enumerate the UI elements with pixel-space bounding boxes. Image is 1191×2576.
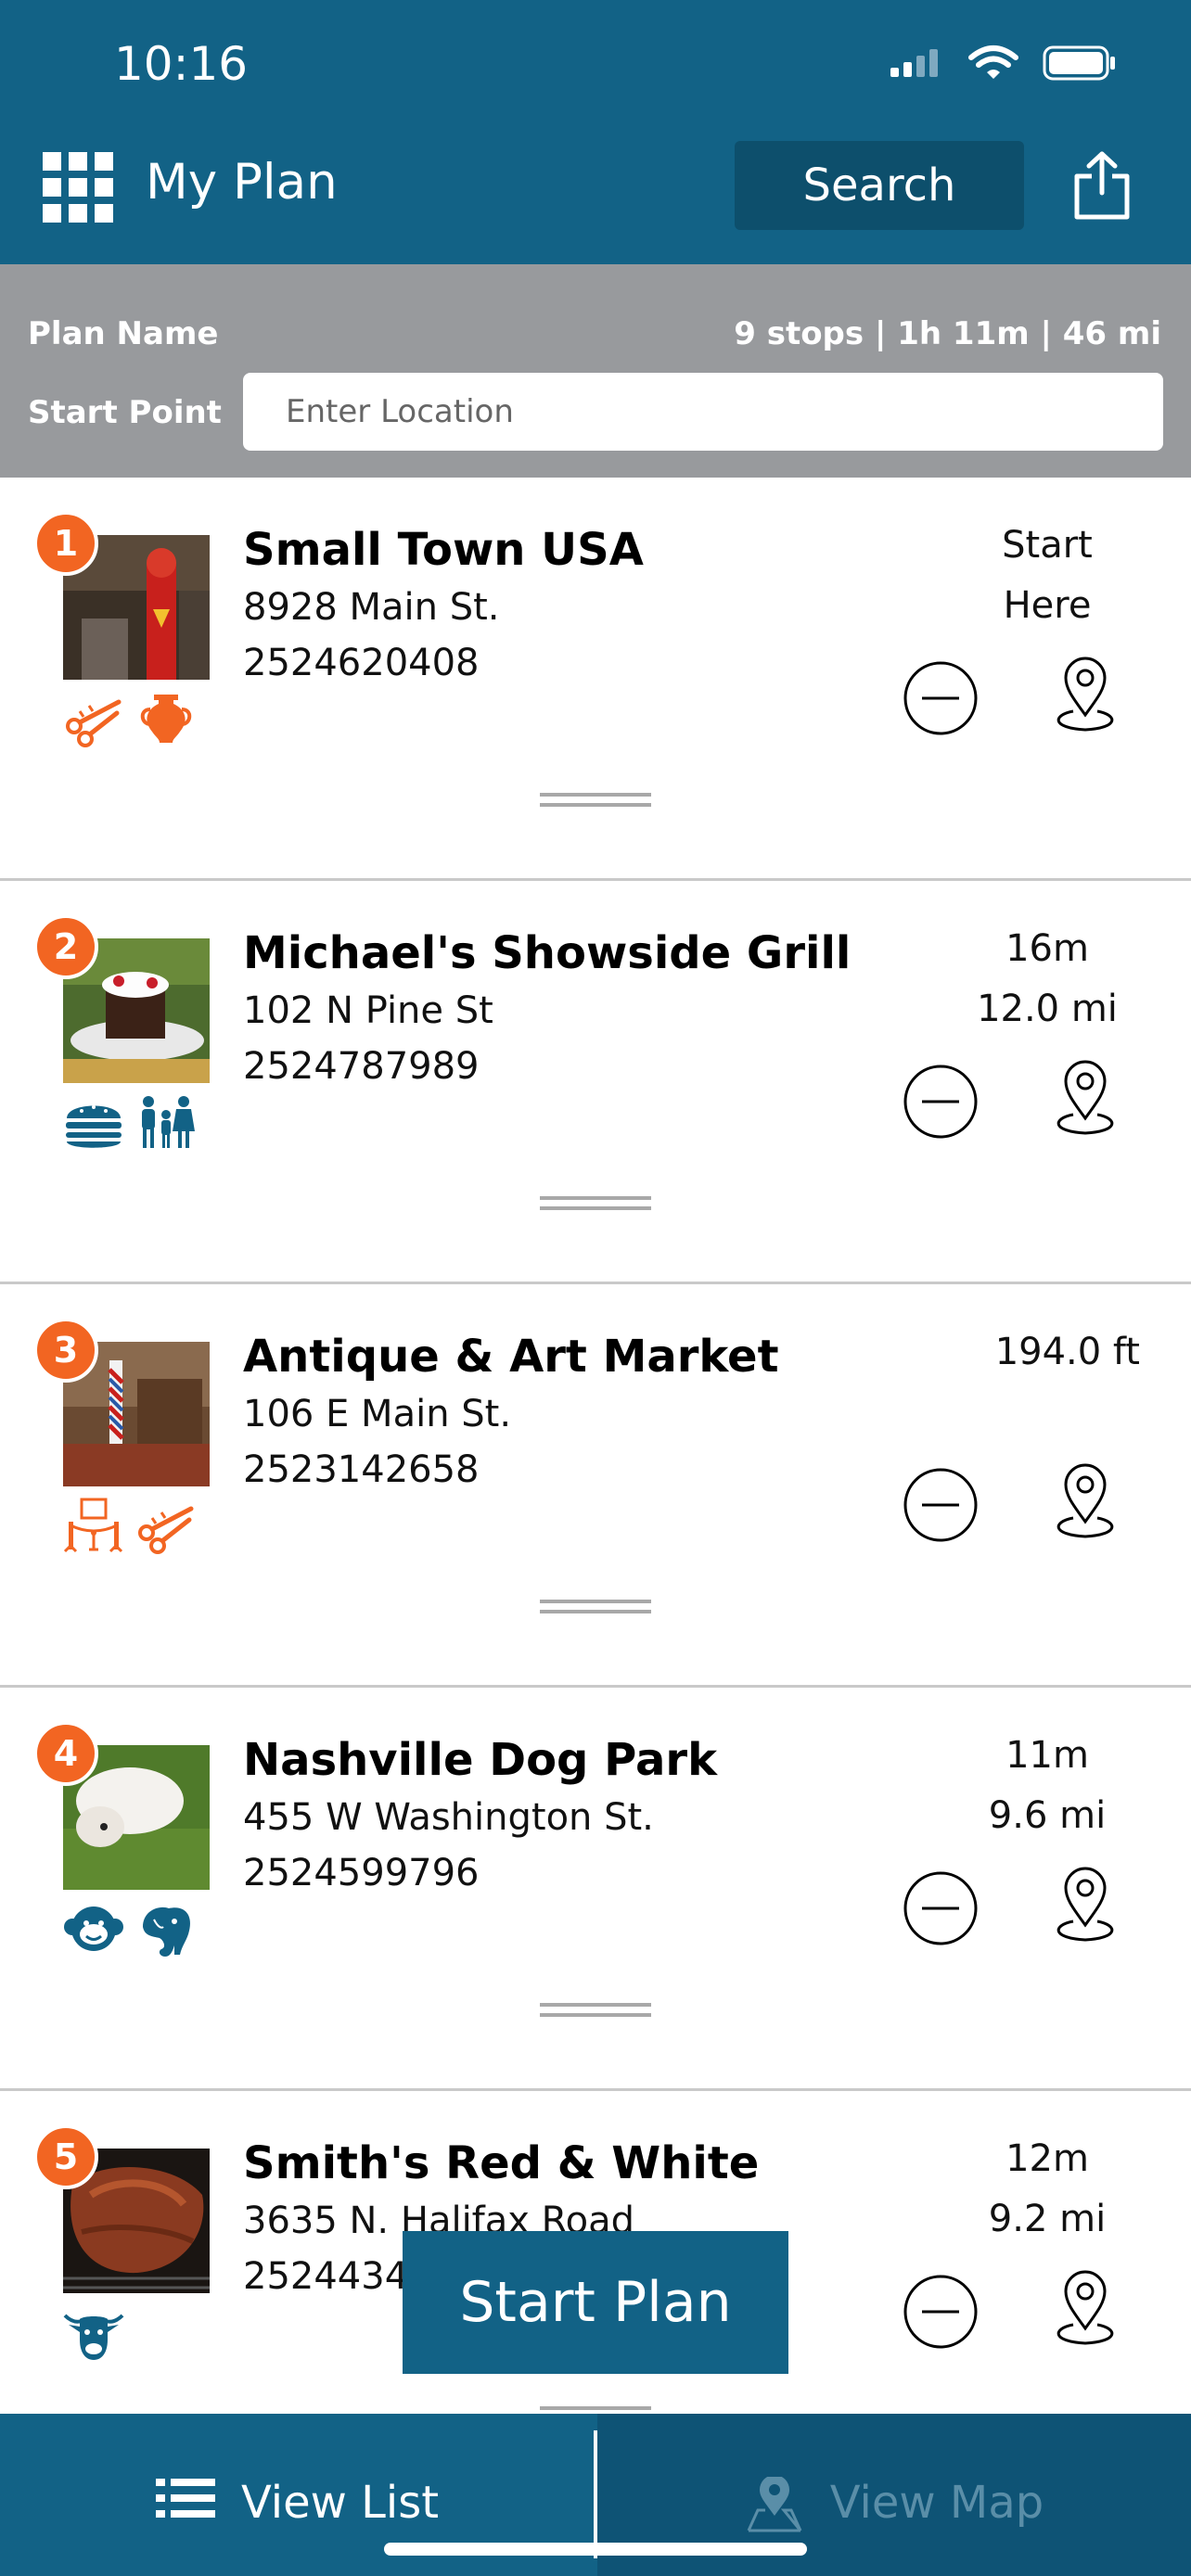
plan-stats: 9 stops | 1h 11m | 46 mi [734,315,1161,352]
stop-drive-time: 11m [1005,1734,1089,1777]
wifi-icon [968,45,1018,79]
remove-stop-icon[interactable] [902,2273,980,2351]
burger-icon [66,1105,122,1148]
category-icons [63,2302,124,2364]
remove-stop-icon[interactable] [902,1063,980,1141]
stop-address: 8928 Main St. [243,586,500,629]
map-pin-icon[interactable] [1044,1057,1127,1141]
stop-name[interactable]: Small Town USA [243,524,644,576]
stop-number-badge: 2 [33,914,98,979]
start-point-input[interactable] [243,373,1163,451]
stop-item[interactable]: 4 Nashville Dog Park 455 W Washington St… [0,1688,1191,2091]
status-icons [889,45,1117,82]
scissors-icon [138,1506,194,1554]
category-icons [63,1899,197,1960]
remove-stop-icon[interactable] [902,1466,980,1544]
drag-handle-icon[interactable] [540,1600,651,1614]
stop-name[interactable]: Smith's Red & White [243,2137,759,2189]
elephant-icon [143,1906,191,1957]
search-button[interactable]: Search [735,141,1024,230]
stop-distance: 9.6 mi [988,1794,1107,1837]
drag-handle-icon[interactable] [540,2003,651,2018]
remove-stop-icon[interactable] [902,1869,980,1947]
vase-icon [140,695,192,743]
stop-distance: 12.0 mi [977,988,1118,1030]
drag-handle-icon[interactable] [540,793,651,808]
stop-item[interactable]: 1 Small Town USA 8928 Main St. 252462040… [0,478,1191,881]
stop-drive-time: 16m [1005,927,1089,970]
stop-distance: Here [1003,584,1092,627]
stop-number-badge: 3 [33,1318,98,1383]
family-icon [142,1096,195,1148]
cow-icon [63,2314,124,2360]
page-title: My Plan [146,154,338,210]
stop-address: 455 W Washington St. [243,1796,654,1839]
monkey-icon [64,1906,123,1951]
stop-phone[interactable]: 2524599796 [243,1852,480,1894]
stop-address: 102 N Pine St [243,989,493,1032]
category-icons [63,1092,197,1154]
stop-number-badge: 5 [33,2124,98,2189]
stop-drive-time: 12m [1005,2137,1089,2180]
grid-menu-icon[interactable] [43,152,113,223]
plan-name-label[interactable]: Plan Name [28,315,218,352]
status-time: 10:16 [114,37,249,91]
stop-item[interactable]: 3 Antique & Art Market 106 E Main St. 25… [0,1284,1191,1688]
home-indicator [384,2543,807,2556]
top-bar: 10:16 My Plan Search [0,0,1191,264]
tab-view-map-label: View Map [829,2477,1044,2529]
stop-phone[interactable]: 2524620408 [243,642,480,684]
stop-phone[interactable]: 2524787989 [243,1045,480,1088]
start-point-label: Start Point [28,394,222,431]
map-marker-icon [747,2477,802,2532]
category-icons [63,1496,197,1557]
share-icon[interactable] [1071,150,1133,221]
list-icon [155,2479,215,2518]
stop-drive-time: Start [1002,524,1093,567]
map-pin-icon[interactable] [1044,2267,1127,2351]
stop-address: 106 E Main St. [243,1393,512,1435]
stop-distance: 9.2 mi [988,2198,1107,2240]
remove-stop-icon[interactable] [902,659,980,737]
stop-item[interactable]: 2 Michael's Showside Grill 102 N Pine St… [0,881,1191,1284]
map-pin-icon[interactable] [1044,654,1127,737]
stop-name[interactable]: Nashville Dog Park [243,1734,717,1786]
scissors-icon [66,699,122,747]
stop-name[interactable]: Antique & Art Market [243,1331,779,1383]
stop-distance: 194.0 ft [994,1331,1140,1373]
stop-number-badge: 1 [33,511,98,576]
start-plan-button[interactable]: Start Plan [403,2231,788,2374]
tab-view-list-label: View List [240,2477,440,2529]
map-pin-icon[interactable] [1044,1460,1127,1544]
drag-handle-icon[interactable] [540,1196,651,1211]
stop-phone[interactable]: 2523142658 [243,1448,480,1491]
category-icons [63,689,197,750]
battery-icon [1043,45,1115,81]
stop-number-badge: 4 [33,1721,98,1786]
exhibit-icon [63,1498,123,1553]
map-pin-icon[interactable] [1044,1864,1127,1947]
signal-icon [890,49,938,77]
stop-name[interactable]: Michael's Showside Grill [243,927,851,979]
